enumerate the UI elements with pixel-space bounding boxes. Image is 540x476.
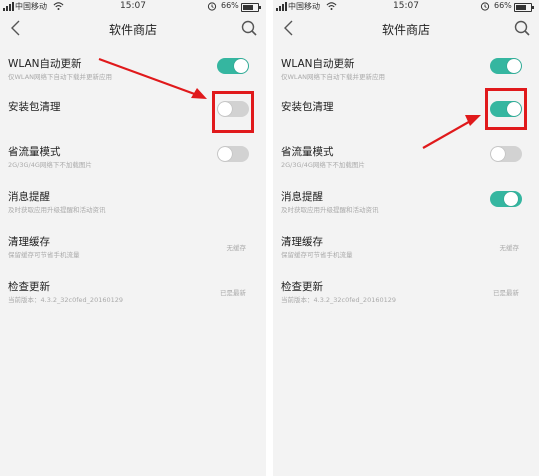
status-bar: 中国移动 15:07 66%	[273, 0, 539, 14]
highlight-box	[485, 88, 527, 130]
setting-row-notifications[interactable]: 消息提醒 及时获取应用升级提醒和活动资讯	[0, 189, 266, 229]
cache-status: 无缓存	[226, 244, 247, 252]
battery-percent: 66%	[494, 1, 512, 10]
search-icon[interactable]	[511, 17, 533, 39]
alarm-icon	[480, 2, 490, 11]
setting-row-check-update[interactable]: 检查更新 当前版本：4.3.2_32c0fed_20160129 已是最新	[0, 279, 266, 319]
setting-description: 当前版本：4.3.2_32c0fed_20160129	[8, 296, 124, 304]
setting-title: 消息提醒	[8, 191, 50, 203]
setting-row-notifications: 消息提醒 及时获取应用升级提醒和活动资讯	[273, 189, 539, 229]
app-header: 软件商店	[273, 14, 539, 44]
setting-title: 省流量模式	[8, 146, 61, 158]
setting-title: 消息提醒	[281, 191, 323, 203]
battery-icon	[241, 3, 261, 12]
alarm-icon	[207, 2, 217, 11]
setting-description: 当前版本：4.3.2_32c0fed_20160129	[281, 296, 397, 304]
setting-row-data-saver: 省流量模式 2G/3G/4G网络下不加载图片	[273, 144, 539, 184]
data-saver-toggle[interactable]	[217, 146, 249, 162]
setting-title: WLAN自动更新	[8, 58, 82, 70]
setting-description: 保留缓存可节省手机流量	[8, 251, 80, 259]
notifications-toggle[interactable]	[490, 191, 522, 207]
cache-status: 无缓存	[499, 244, 520, 252]
setting-title: 清理缓存	[8, 236, 50, 248]
update-status: 已是最新	[493, 289, 519, 297]
setting-title: 清理缓存	[281, 236, 323, 248]
search-icon[interactable]	[238, 17, 260, 39]
highlight-box	[212, 91, 254, 133]
page-title: 软件商店	[381, 23, 430, 37]
phone-screen-right: 中国移动 15:07 66% 软件商店 WLAN自动更新 仅WLAN网络下自动下…	[273, 0, 539, 476]
data-saver-toggle[interactable]	[490, 146, 522, 162]
setting-row-data-saver: 省流量模式 2G/3G/4G网络下不加载图片	[0, 144, 266, 184]
setting-row-wlan-auto-update: WLAN自动更新 仅WLAN网络下自动下载并更新应用	[0, 56, 266, 96]
setting-row-clear-cache[interactable]: 清理缓存 保留缓存可节省手机流量 无缓存	[273, 234, 539, 274]
setting-description: 及时获取应用升级提醒和活动资讯	[8, 206, 106, 214]
setting-title: 检查更新	[281, 281, 323, 293]
setting-description: 仅WLAN网络下自动下载并更新应用	[281, 73, 386, 81]
setting-description: 及时获取应用升级提醒和活动资讯	[281, 206, 379, 214]
setting-row-check-update[interactable]: 检查更新 当前版本：4.3.2_32c0fed_20160129 已是最新	[273, 279, 539, 319]
battery-icon	[514, 3, 534, 12]
setting-description: 保留缓存可节省手机流量	[281, 251, 353, 259]
setting-title: 省流量模式	[281, 146, 334, 158]
battery-percent: 66%	[221, 1, 239, 10]
wlan-auto-update-toggle[interactable]	[217, 58, 249, 74]
phone-screen-left: 中国移动 15:07 66% 软件商店 WLAN自动更新 仅WLAN网络下自动下…	[0, 0, 266, 476]
status-bar: 中国移动 15:07 66%	[0, 0, 266, 14]
setting-title: WLAN自动更新	[281, 58, 355, 70]
setting-title: 检查更新	[8, 281, 50, 293]
update-status: 已是最新	[220, 289, 246, 297]
setting-title: 安装包清理	[8, 101, 61, 113]
app-header: 软件商店	[0, 14, 266, 44]
page-title: 软件商店	[108, 23, 157, 37]
setting-title: 安装包清理	[281, 101, 334, 113]
setting-row-clear-cache[interactable]: 清理缓存 保留缓存可节省手机流量 无缓存	[0, 234, 266, 274]
setting-description: 仅WLAN网络下自动下载并更新应用	[8, 73, 113, 81]
setting-description: 2G/3G/4G网络下不加载图片	[8, 161, 92, 169]
setting-description: 2G/3G/4G网络下不加载图片	[281, 161, 365, 169]
wlan-auto-update-toggle[interactable]	[490, 58, 522, 74]
